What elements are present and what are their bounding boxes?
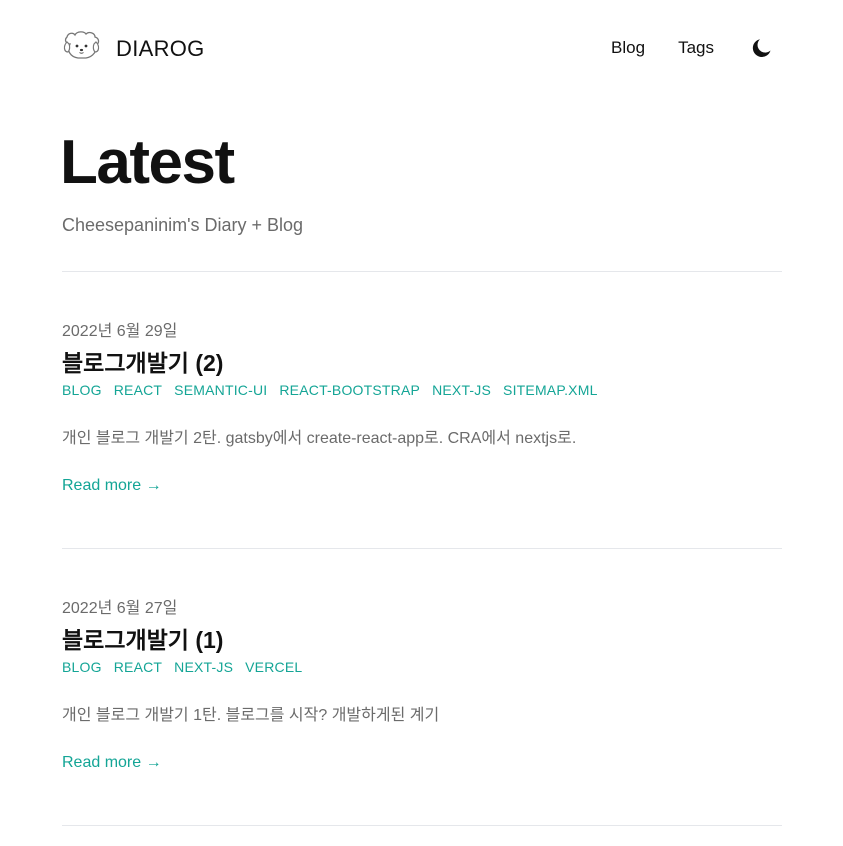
post-tags: BLOG REACT NEXT-JS VERCEL [62,657,782,677]
read-more-link[interactable]: Read more → [62,474,162,498]
theme-toggle-button[interactable] [750,36,774,60]
tag-link[interactable]: BLOG [62,657,102,677]
tag-link[interactable]: SEMANTIC-UI [174,380,267,400]
main-nav: Blog Tags [578,36,782,60]
brand-link[interactable]: DIAROG [112,34,209,64]
divider [62,825,782,826]
tag-link[interactable]: REACT [114,657,162,677]
page-subtitle: Cheesepaninim's Diary + Blog [62,215,304,235]
tag-link[interactable]: NEXT-JS [174,657,233,677]
tag-link[interactable]: SITEMAP.XML [503,380,598,400]
post-date: 2022년 6월 27일 [62,600,178,617]
post-title-link[interactable]: 블로그개발기 (2) [62,347,782,379]
post-item: 2022년 6월 27일 블로그개발기 (1) BLOG REACT NEXT-… [62,598,782,775]
post-tags: BLOG REACT SEMANTIC-UI REACT-BOOTSTRAP N… [62,380,782,400]
nav-link-tags[interactable]: Tags [678,36,714,60]
read-more-link[interactable]: Read more → [62,751,162,775]
moon-icon [752,39,771,58]
post-date: 2022년 6월 29일 [62,323,178,340]
post-summary: 개인 블로그 개발기 1탄. 블로그를 시작? 개발하게된 계기 [62,707,440,724]
tag-link[interactable]: BLOG [62,380,102,400]
site-header: DIAROG Blog Tags [62,28,782,68]
page-title: Latest [60,128,235,197]
puppy-face-icon[interactable] [62,30,102,62]
post-summary: 개인 블로그 개발기 2탄. gatsby에서 create-react-app… [62,430,577,447]
tag-link[interactable]: REACT [114,380,162,400]
tag-link[interactable]: VERCEL [245,657,302,677]
nav-link-blog[interactable]: Blog [611,36,645,60]
divider [62,271,782,272]
page: DIAROG Blog Tags Latest Cheesepaninim's … [0,0,843,846]
tag-link[interactable]: NEXT-JS [432,380,491,400]
tag-link[interactable]: REACT-BOOTSTRAP [279,380,420,400]
post-item: 2022년 6월 29일 블로그개발기 (2) BLOG REACT SEMAN… [62,321,782,498]
post-title-link[interactable]: 블로그개발기 (1) [62,624,782,656]
divider [62,548,782,549]
